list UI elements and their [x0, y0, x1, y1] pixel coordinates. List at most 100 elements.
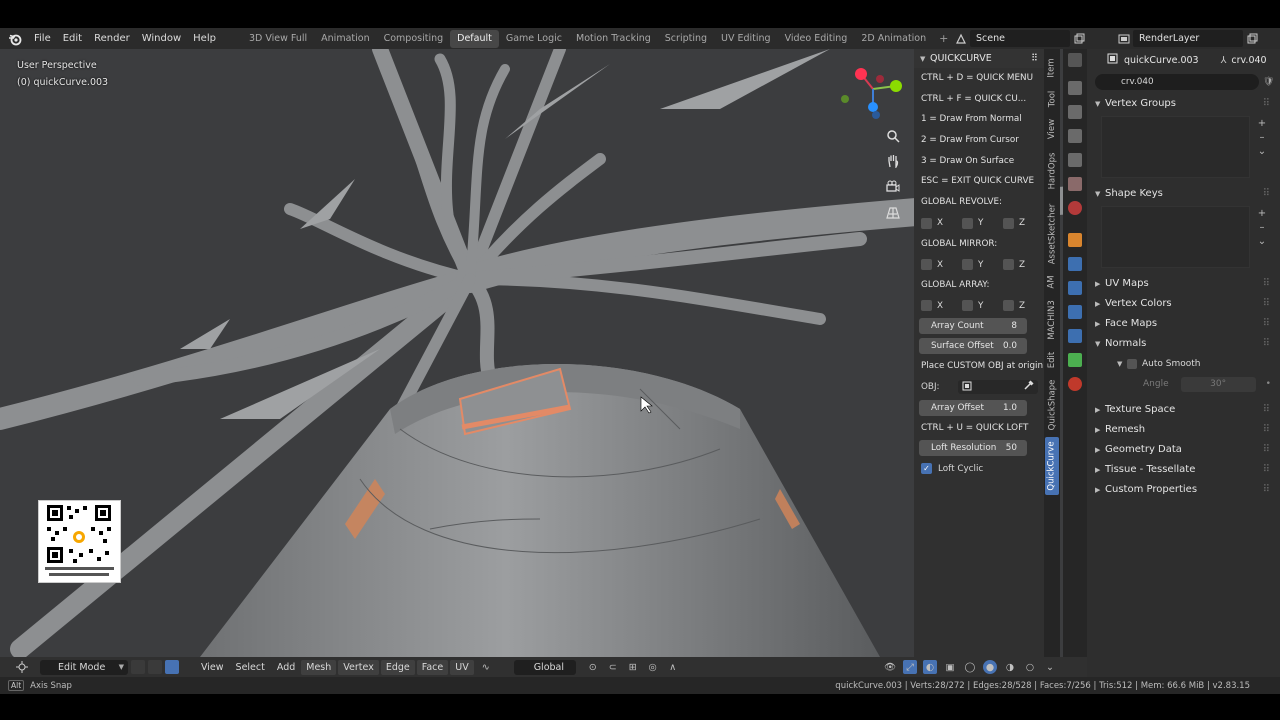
modifier-wrench-icon[interactable]	[1068, 257, 1082, 271]
vtab-edit[interactable]: Edit	[1045, 347, 1059, 373]
zoom-icon[interactable]	[884, 127, 902, 145]
section-vertex-colors[interactable]: ▶ Vertex Colors ⠿	[1087, 294, 1280, 314]
visibility-icon[interactable]: 👁	[883, 660, 897, 674]
wireframe-shading-icon[interactable]: ◯	[963, 660, 977, 674]
curve-tool-icon[interactable]: ∿	[479, 660, 493, 674]
keyframe-dot-icon[interactable]: •	[1266, 379, 1271, 389]
physics-icon[interactable]	[1068, 305, 1082, 319]
vtab-view[interactable]: View	[1045, 115, 1059, 143]
section-face-maps[interactable]: ▶ Face Maps ⠿	[1087, 314, 1280, 334]
section-normals[interactable]: ▼ Normals ⠿	[1087, 334, 1280, 354]
world-props-icon[interactable]	[1068, 201, 1082, 215]
drag-handle-icon[interactable]: ⠿	[1263, 480, 1270, 500]
drag-handle-icon[interactable]: ⠿	[1263, 314, 1270, 334]
tab-animation[interactable]: Animation	[314, 30, 376, 48]
material-shading-icon[interactable]: ◑	[1003, 660, 1017, 674]
vertex-groups-list[interactable]: + – ⌄	[1101, 116, 1266, 178]
loft-resolution-field[interactable]: Loft Resolution 50	[919, 440, 1027, 457]
mode-selector[interactable]: Edit Mode ▼	[40, 659, 128, 675]
quickcurve-panel-header[interactable]: ▼ QUICKCURVE ⠿	[914, 49, 1044, 68]
mirror-z[interactable]: Z	[1003, 259, 1044, 271]
array-z[interactable]: Z	[1003, 300, 1044, 312]
view-layer-icon[interactable]	[1068, 153, 1082, 167]
auto-smooth-checkbox[interactable]	[1127, 359, 1137, 369]
vertex-select-mode[interactable]	[131, 660, 145, 674]
tab-scripting[interactable]: Scripting	[658, 30, 714, 48]
drag-handle-icon[interactable]: ⠿	[1263, 274, 1270, 294]
eyedropper-icon[interactable]	[1023, 380, 1034, 394]
editor-type-icon[interactable]	[1068, 53, 1082, 67]
section-custom-properties[interactable]: ▶ Custom Properties ⠿	[1087, 480, 1280, 500]
new-layer-icon[interactable]	[1243, 30, 1261, 47]
auto-smooth-row[interactable]: ▼ Auto Smooth	[1087, 354, 1280, 374]
material-icon[interactable]	[1068, 377, 1082, 391]
falloff-icon[interactable]: ∧	[666, 660, 680, 674]
shape-keys-list[interactable]: + – ⌄	[1101, 206, 1266, 268]
vtab-tool[interactable]: Tool	[1045, 85, 1059, 113]
obj-picker-field[interactable]	[957, 380, 1038, 395]
menu-select[interactable]: Select	[230, 662, 271, 673]
proportional-edit-icon[interactable]: ◎	[646, 660, 660, 674]
loft-cyclic-row[interactable]: ✓ Loft Cyclic	[914, 458, 1044, 479]
perspective-toggle-icon[interactable]	[884, 204, 902, 222]
render-layer-icon[interactable]	[1115, 30, 1133, 47]
transform-orientation-selector[interactable]: Global	[513, 659, 576, 675]
gizmo-toggle-icon[interactable]: ⤢	[903, 660, 917, 674]
vtab-item[interactable]: Item	[1045, 53, 1059, 83]
overlay-toggle-icon[interactable]: ◐	[923, 660, 937, 674]
tab-3d-view-full[interactable]: 3D View Full	[242, 30, 314, 48]
pivot-point-icon[interactable]: ⊙	[586, 660, 600, 674]
scene-props-icon[interactable]	[1068, 177, 1082, 191]
menu-view[interactable]: View	[195, 662, 230, 673]
array-count-field[interactable]: Array Count 8	[919, 318, 1027, 335]
tab-default[interactable]: Default	[450, 29, 499, 48]
drag-handle-icon[interactable]: ⠿	[1263, 184, 1270, 204]
drag-handle-icon[interactable]: ⠿	[1263, 400, 1270, 420]
camera-view-icon[interactable]	[884, 178, 902, 196]
section-vertex-groups[interactable]: ▼ Vertex Groups ⠿	[1087, 94, 1280, 114]
scene-icon[interactable]	[952, 30, 970, 47]
shape-key-add-remove[interactable]: + – ⌄	[1255, 207, 1269, 249]
pan-hand-icon[interactable]	[884, 152, 902, 170]
section-remesh[interactable]: ▶ Remesh ⠿	[1087, 420, 1280, 440]
tab-2d-animation[interactable]: 2D Animation	[854, 30, 933, 48]
menu-help[interactable]: Help	[187, 28, 222, 49]
revolve-x[interactable]: X	[921, 217, 962, 229]
loft-cyclic-checkbox[interactable]: ✓	[921, 463, 932, 475]
section-geometry-data[interactable]: ▶ Geometry Data ⠿	[1087, 440, 1280, 460]
vertex-group-add-remove[interactable]: + – ⌄	[1255, 117, 1269, 159]
snap-icon[interactable]: ⊂	[606, 660, 620, 674]
drag-handle-icon[interactable]: ⠿	[1263, 94, 1270, 114]
face-select-mode[interactable]	[165, 660, 179, 674]
angle-field[interactable]: 30°	[1180, 376, 1256, 392]
scene-name-field[interactable]: Scene	[970, 30, 1070, 47]
menu-render[interactable]: Render	[88, 28, 136, 49]
xray-toggle-icon[interactable]: ▣	[943, 660, 957, 674]
fake-user-icon[interactable]: 🛡	[1263, 77, 1274, 87]
vtab-am[interactable]: AM	[1045, 271, 1059, 293]
tab-compositing[interactable]: Compositing	[377, 30, 451, 48]
drag-handle-icon[interactable]: ⠿	[1031, 49, 1038, 68]
render-props-icon[interactable]	[1068, 105, 1082, 119]
output-props-icon[interactable]	[1068, 129, 1082, 143]
data-block-field[interactable]: crv.040	[1095, 74, 1259, 90]
array-y[interactable]: Y	[962, 300, 1003, 312]
menu-file[interactable]: File	[28, 28, 57, 49]
solid-shading-icon[interactable]: ●	[983, 660, 997, 674]
tab-video-editing[interactable]: Video Editing	[778, 30, 855, 48]
editor-type-icon[interactable]	[15, 660, 29, 674]
edge-select-mode[interactable]	[148, 660, 162, 674]
tab-game-logic[interactable]: Game Logic	[499, 30, 569, 48]
tab-motion-tracking[interactable]: Motion Tracking	[569, 30, 658, 48]
render-layer-name-field[interactable]: RenderLayer	[1133, 30, 1243, 47]
particles-icon[interactable]	[1068, 281, 1082, 295]
menu-uv[interactable]: UV	[450, 659, 474, 675]
menu-face[interactable]: Face	[416, 659, 449, 675]
mesh-data-icon[interactable]	[1068, 353, 1082, 367]
vtab-quickcurve[interactable]: QuickCurve	[1045, 437, 1059, 495]
vtab-quickshape[interactable]: QuickShape	[1045, 375, 1059, 435]
menu-mesh[interactable]: Mesh	[301, 659, 337, 675]
vtab-assetsketcher[interactable]: AssetSketcher	[1045, 199, 1059, 269]
shading-options-icon[interactable]: ⌄	[1043, 660, 1057, 674]
revolve-y[interactable]: Y	[962, 217, 1003, 229]
